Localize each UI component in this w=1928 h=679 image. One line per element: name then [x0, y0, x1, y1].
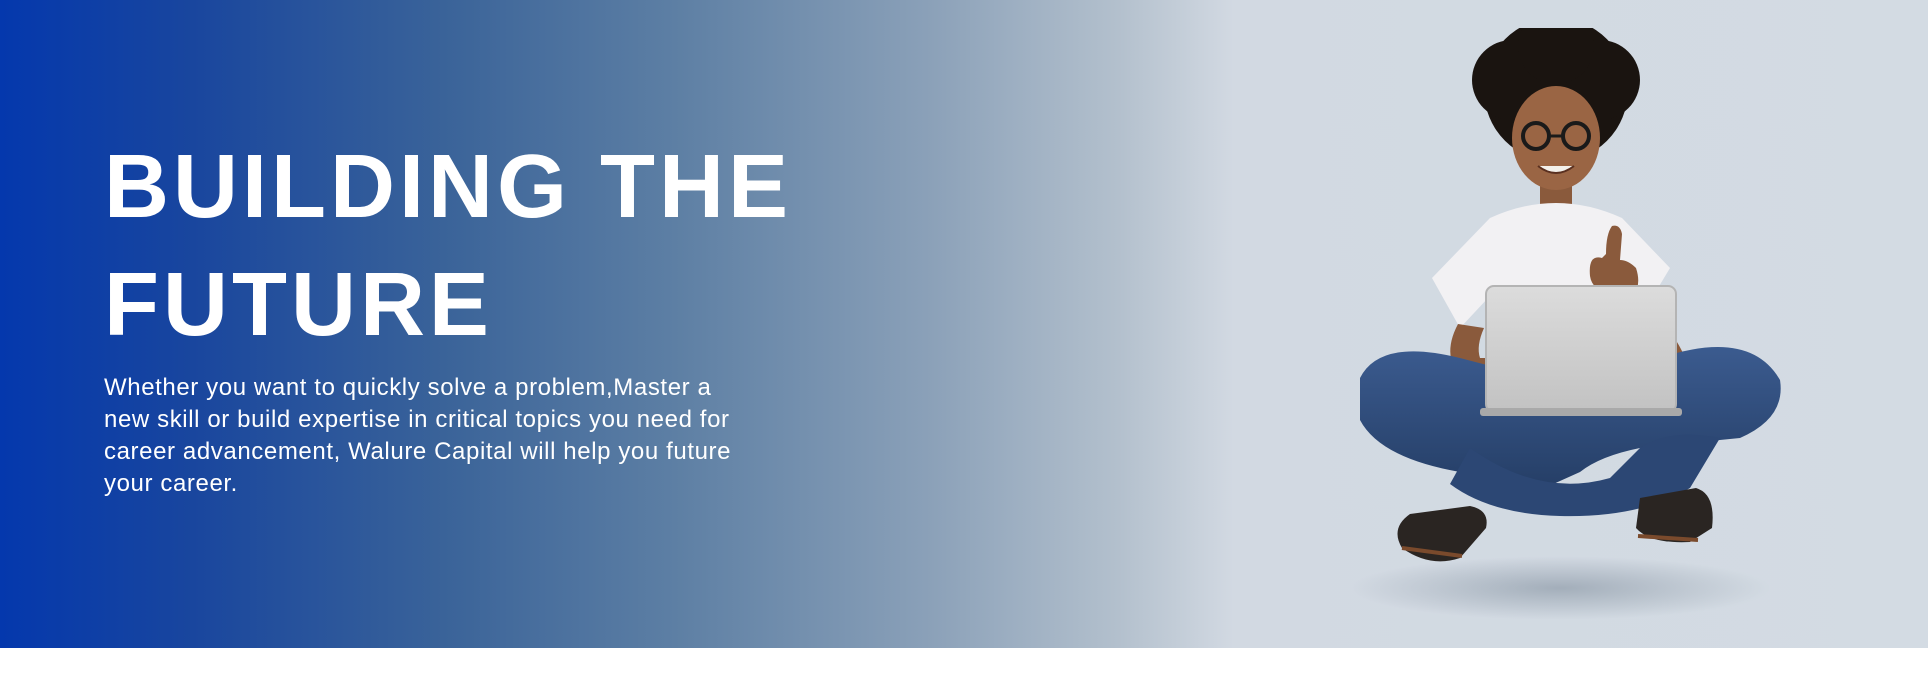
hero-description: Whether you want to quickly solve a prob…	[104, 374, 732, 497]
headline-line-1: BUILDING THE	[104, 137, 792, 237]
hero-person-image	[1340, 28, 1800, 628]
person-illustration	[1350, 28, 1781, 620]
hero-text-block: BUILDING THE FUTURE Whether you want to …	[104, 128, 864, 500]
hero-headline: BUILDING THE FUTURE	[104, 128, 864, 364]
headline-line-2: FUTURE	[104, 255, 493, 355]
page-bottom-strip	[0, 648, 1928, 679]
hero-banner: BUILDING THE FUTURE Whether you want to …	[0, 0, 1928, 648]
